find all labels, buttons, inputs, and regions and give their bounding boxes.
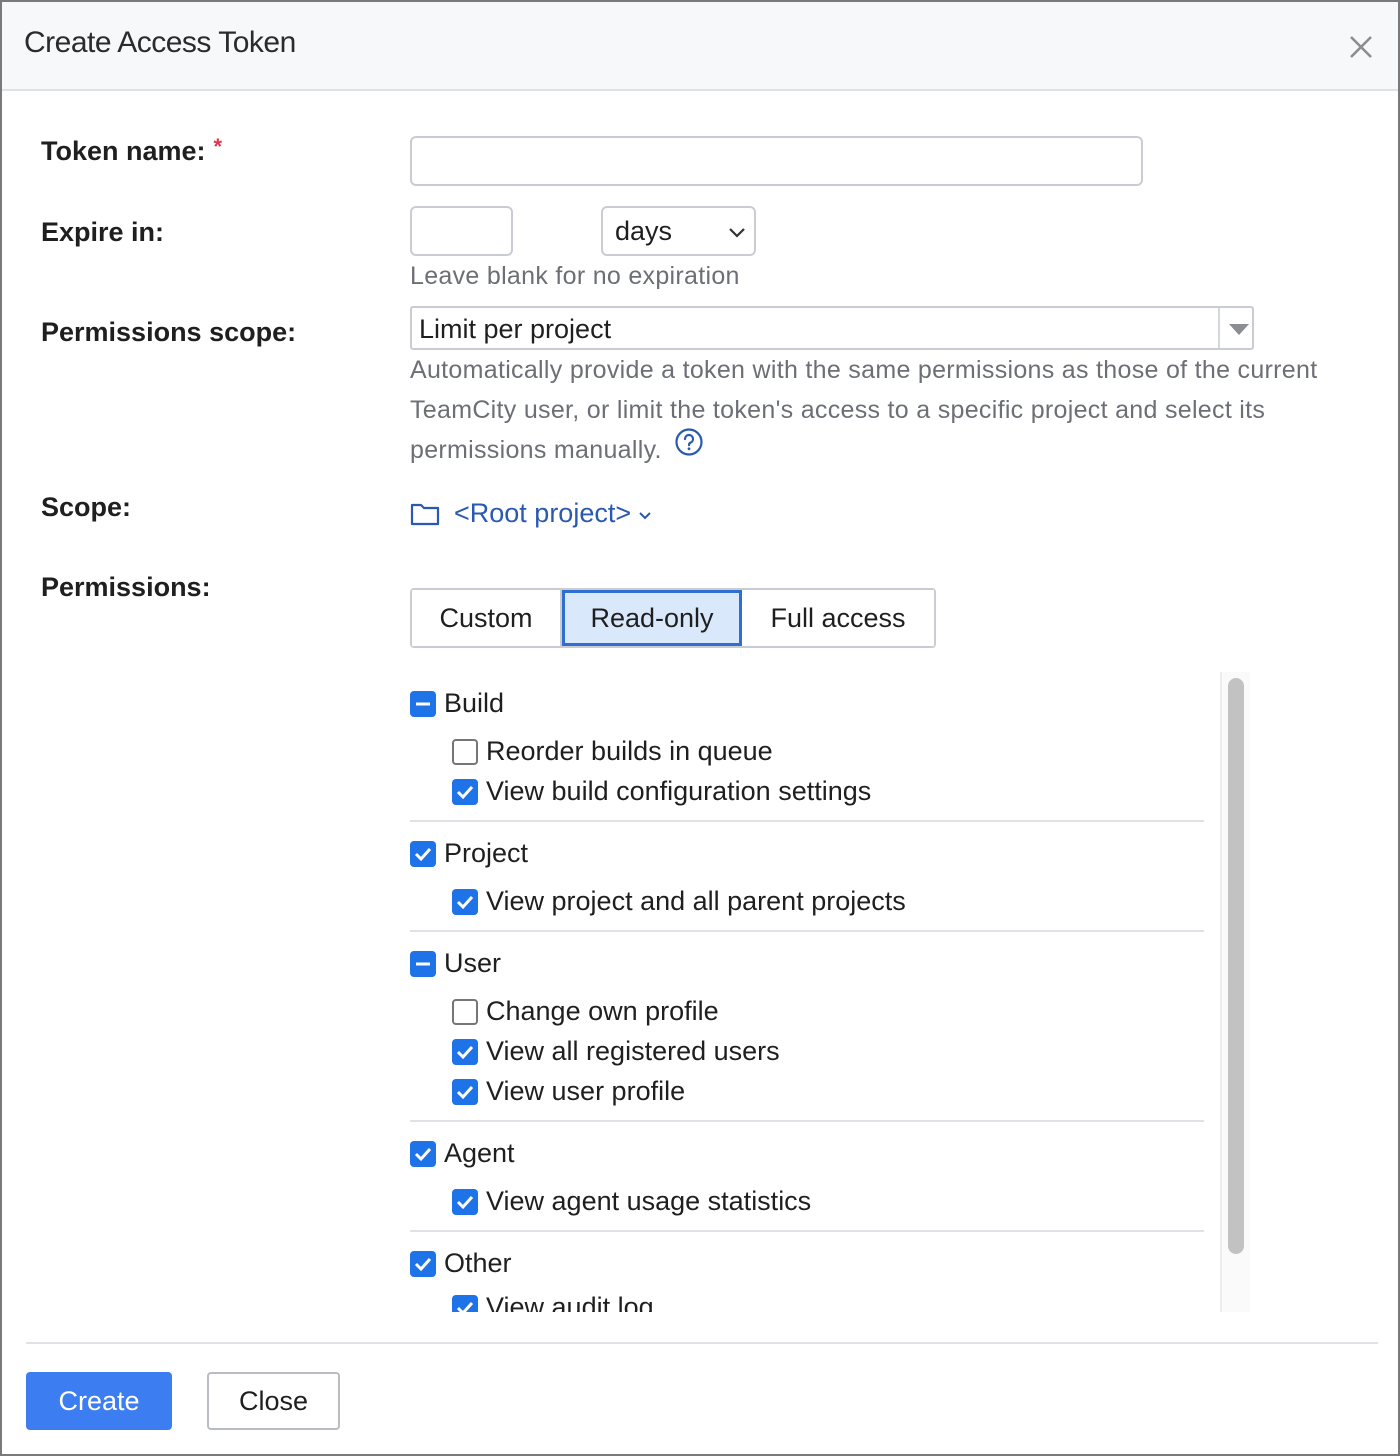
permission-item-label: View user profile (486, 1076, 686, 1106)
dialog-header: Create Access Token (2, 2, 1398, 91)
footer-divider (26, 1342, 1378, 1344)
permission-item-label: View all registered users (486, 1036, 780, 1066)
group-divider (410, 820, 1204, 822)
permission-item[interactable]: View all registered users (452, 1036, 780, 1067)
permission-item-label: View build configuration settings (486, 776, 872, 806)
permissions-scope-label: Permissions scope: (41, 317, 297, 347)
permission-item[interactable]: View project and all parent projects (452, 886, 906, 917)
partial-checkbox-icon[interactable] (410, 950, 436, 977)
permission-item[interactable]: View agent usage statistics (452, 1186, 811, 1217)
checked-checkbox-icon[interactable] (452, 1038, 478, 1065)
read-only-mode-button[interactable]: Read-only (562, 590, 742, 646)
root-project-selector[interactable]: <Root project> (410, 498, 653, 529)
required-marker: * (213, 134, 223, 159)
permissions-label: Permissions: (41, 572, 211, 602)
permission-item[interactable]: View build configuration settings (452, 776, 871, 807)
permission-group-label: Agent (444, 1138, 515, 1168)
permission-group-user[interactable]: User (410, 948, 501, 979)
permission-item[interactable]: Change own profile (452, 996, 719, 1027)
permission-group-project[interactable]: Project (410, 838, 528, 869)
permission-mode-toggle: Custom Read-only Full access (410, 588, 936, 648)
permission-item-label: View project and all parent projects (486, 886, 906, 916)
scrollbar-thumb[interactable] (1228, 678, 1244, 1254)
chevron-down-icon (639, 511, 651, 519)
checked-checkbox-icon[interactable] (410, 1140, 436, 1167)
unchecked-checkbox-icon[interactable] (452, 998, 478, 1025)
permission-item[interactable]: View audit log (452, 1292, 654, 1312)
permission-group-label: Build (444, 688, 505, 718)
permission-item[interactable]: Reorder builds in queue (452, 736, 773, 767)
expire-unit-value: days (615, 216, 673, 246)
checked-checkbox-icon[interactable] (452, 1294, 478, 1312)
permission-item[interactable]: View user profile (452, 1076, 685, 1107)
folder-icon (410, 503, 440, 525)
close-icon[interactable] (1340, 28, 1380, 68)
group-divider (410, 1120, 1204, 1122)
permission-item-label: Reorder builds in queue (486, 736, 773, 766)
expire-in-label: Expire in: (41, 217, 165, 247)
expire-hint: Leave blank for no expiration (410, 262, 740, 290)
permission-group-label: Project (444, 838, 529, 868)
checked-checkbox-icon[interactable] (452, 1188, 478, 1215)
group-divider (410, 930, 1204, 932)
permission-group-label: Other (444, 1248, 512, 1278)
permissions-scope-description: Automatically provide a token with the s… (410, 350, 1370, 472)
checked-checkbox-icon[interactable] (410, 1250, 436, 1277)
custom-mode-button[interactable]: Custom (412, 590, 562, 646)
checked-checkbox-icon[interactable] (410, 840, 436, 867)
checked-checkbox-icon[interactable] (452, 888, 478, 915)
permissions-list: Build Reorder builds in queue View build… (410, 672, 1250, 1312)
close-button[interactable]: Close (207, 1372, 340, 1430)
permissions-scope-description-text: Automatically provide a token with the s… (410, 356, 1318, 464)
token-name-label-text: Token name: (41, 136, 206, 166)
dialog-title: Create Access Token (24, 26, 296, 59)
full-access-mode-button[interactable]: Full access (742, 590, 934, 646)
triangle-down-icon (1229, 324, 1249, 335)
token-name-label: Token name: * (41, 134, 223, 167)
permission-item-label: View audit log (486, 1292, 654, 1312)
chevron-down-icon (729, 228, 745, 238)
permission-group-other[interactable]: Other (410, 1248, 512, 1279)
root-project-link[interactable]: <Root project> (454, 498, 631, 529)
scope-label: Scope: (41, 492, 132, 522)
select-separator (1218, 308, 1220, 348)
unchecked-checkbox-icon[interactable] (452, 738, 478, 765)
partial-checkbox-icon[interactable] (410, 690, 436, 717)
expire-in-input[interactable] (410, 206, 513, 256)
help-icon[interactable] (674, 427, 704, 469)
create-access-token-dialog: Create Access Token Token name: * Expire … (0, 0, 1400, 1456)
group-divider (410, 1230, 1204, 1232)
checked-checkbox-icon[interactable] (452, 1078, 478, 1105)
checked-checkbox-icon[interactable] (452, 778, 478, 805)
permission-group-agent[interactable]: Agent (410, 1138, 515, 1169)
permission-item-label: Change own profile (486, 996, 719, 1026)
permission-group-label: User (444, 948, 502, 978)
permission-item-label: View agent usage statistics (486, 1186, 812, 1216)
create-button[interactable]: Create (26, 1372, 172, 1430)
permissions-scope-select[interactable]: Limit per project (410, 306, 1254, 350)
expire-unit-select[interactable]: days (601, 206, 756, 256)
permission-group-build[interactable]: Build (410, 688, 504, 719)
token-name-input[interactable] (410, 136, 1143, 186)
permissions-scope-value: Limit per project (419, 314, 612, 344)
